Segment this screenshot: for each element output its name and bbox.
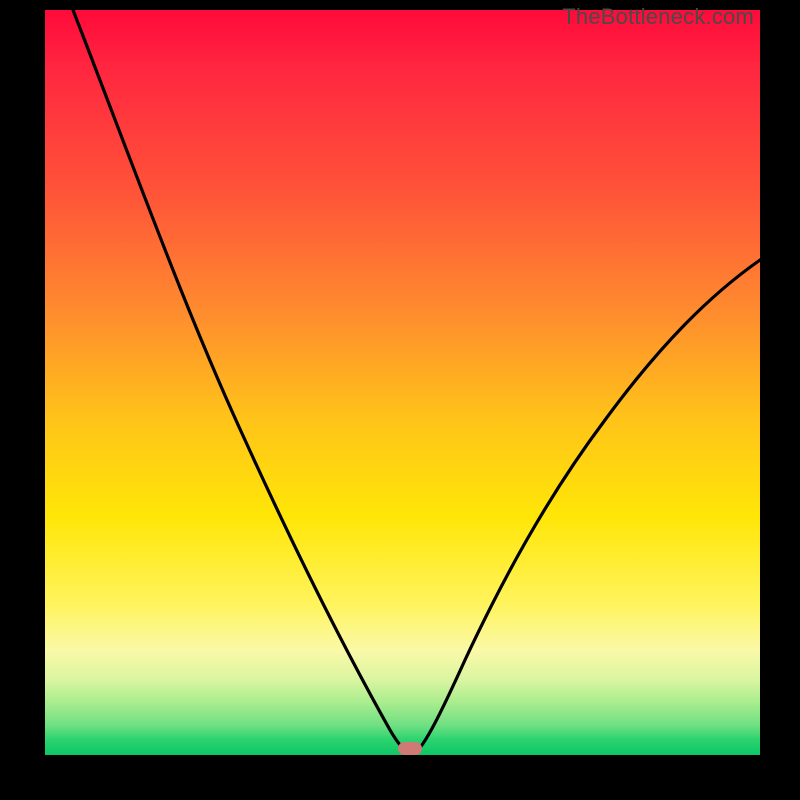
min-marker — [398, 742, 422, 755]
curve-left — [73, 10, 410, 753]
chart-frame: TheBottleneck.com — [0, 0, 800, 800]
curve-layer — [45, 10, 760, 755]
plot-area — [45, 10, 760, 755]
curve-right — [415, 260, 760, 753]
